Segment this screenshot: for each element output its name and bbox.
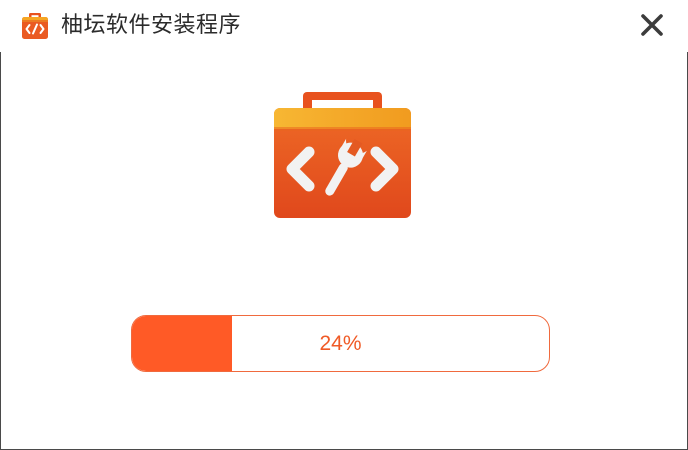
- title-bar[interactable]: 柚坛软件安装程序: [0, 0, 688, 52]
- close-icon[interactable]: [634, 8, 670, 44]
- toolbox-code-icon: [274, 92, 411, 218]
- progress-percent-label: 24%: [319, 332, 362, 355]
- install-progress-bar: 24%: [131, 315, 550, 372]
- toolbox-code-icon: [22, 13, 48, 39]
- installer-window: 柚坛软件安装程序 24%: [0, 0, 688, 450]
- window-title: 柚坛软件安装程序: [61, 13, 242, 38]
